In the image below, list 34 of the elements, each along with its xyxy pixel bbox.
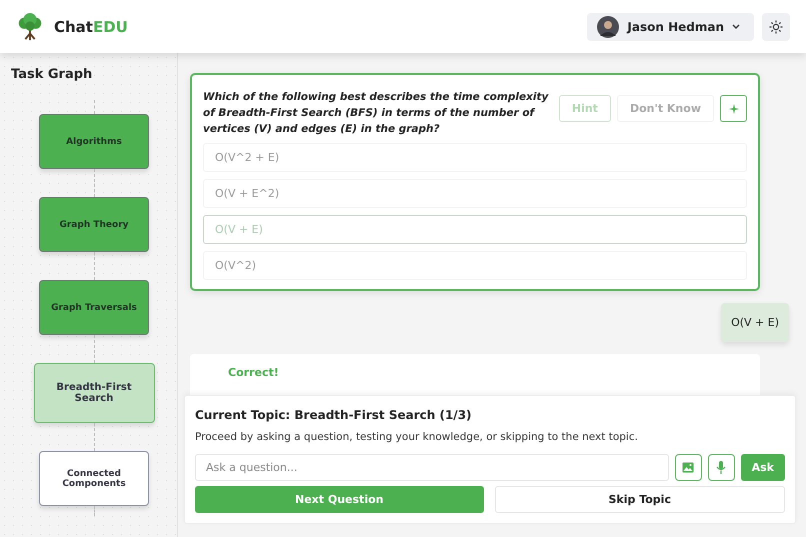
next-question-button[interactable]: Next Question <box>195 486 484 513</box>
sparkle-icon <box>728 104 738 114</box>
ask-button[interactable]: Ask <box>740 454 785 481</box>
image-upload-button[interactable] <box>674 454 702 481</box>
image-icon <box>682 462 694 473</box>
hint-button[interactable]: Hint <box>558 95 611 122</box>
microphone-icon <box>716 461 726 474</box>
chevron-down-icon <box>732 24 740 30</box>
graph-node[interactable]: Connected Components <box>39 451 149 506</box>
user-menu-button[interactable]: Jason Hedman <box>587 12 754 40</box>
topic-title: Current Topic: Breadth-First Search (1/3) <box>195 408 473 422</box>
sun-icon <box>769 20 783 34</box>
answer-option[interactable]: O(V^2 + E) <box>203 143 747 172</box>
graph-node[interactable]: Graph Traversals <box>39 280 149 335</box>
tree-logo-icon <box>16 12 44 40</box>
question-input[interactable]: Ask a question... <box>195 454 669 481</box>
graph-node[interactable]: Graph Theory <box>39 197 149 252</box>
user-message: O(V + E) <box>721 303 789 342</box>
app-name: ChatEDU <box>54 18 128 36</box>
graph-node[interactable]: Breadth-First Search <box>34 363 154 423</box>
topic-hint: Proceed by asking a question, testing your knowledge, or skipping to the next topic. <box>195 431 639 443</box>
microphone-button[interactable] <box>708 454 735 481</box>
avatar-icon <box>597 16 620 38</box>
sparkle-button[interactable] <box>720 95 747 122</box>
feedback-title: Correct! <box>228 366 280 379</box>
question-text: Which of the following best describes the time complexity of Breadth-First Search (BFS) in terms of the number of vertices (V) and edges (E) in the graph? <box>203 90 550 137</box>
theme-toggle-button[interactable] <box>762 12 790 40</box>
answer-option[interactable]: O(V + E) <box>203 215 747 244</box>
dont-know-button[interactable]: Don't Know <box>616 95 714 122</box>
answer-option[interactable]: O(V^2) <box>203 251 747 280</box>
skip-topic-button[interactable]: Skip Topic <box>494 486 785 513</box>
graph-node[interactable]: Algorithms <box>39 114 149 169</box>
answer-option[interactable]: O(V + E^2) <box>203 179 747 208</box>
sidebar-title: Task Graph <box>10 67 94 82</box>
